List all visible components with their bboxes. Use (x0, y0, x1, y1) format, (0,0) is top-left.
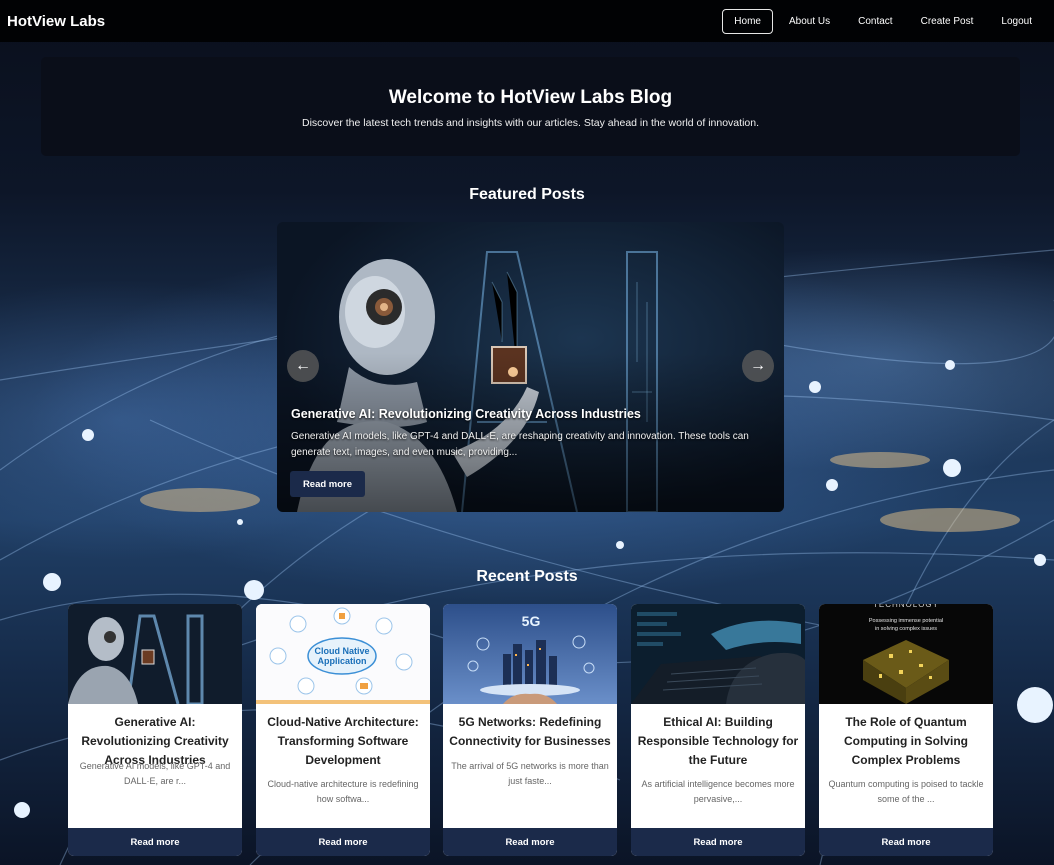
cloud-native-label-line1: Cloud Native (314, 646, 369, 656)
post-title[interactable]: The Role of Quantum Computing in Solving… (819, 713, 993, 770)
nav-logout[interactable]: Logout (989, 9, 1044, 34)
featured-carousel: ← → Generative AI: Revolutionizing Creat… (277, 222, 784, 512)
featured-read-more-button[interactable]: Read more (290, 471, 365, 497)
post-excerpt: Generative AI models, like GPT-4 and DAL… (79, 761, 231, 786)
top-navbar: HotView Labs Home About Us Contact Creat… (0, 0, 1054, 42)
post-title[interactable]: Ethical AI: Building Responsible Technol… (631, 713, 805, 770)
post-thumbnail-ai (68, 604, 242, 704)
nav-home[interactable]: Home (722, 8, 773, 34)
recent-posts-heading: Recent Posts (476, 568, 578, 585)
5g-label: 5G (522, 613, 541, 629)
quantum-image-caption-heading: TECHNOLOGY (873, 604, 939, 609)
read-more-button[interactable]: Read more (68, 828, 242, 856)
nav-links: Home About Us Contact Create Post Logout (718, 8, 1044, 34)
post-excerpt: As artificial intelligence becomes more … (641, 779, 795, 804)
post-thumbnail-quantum: TECHNOLOGY Possessing immense potential … (819, 604, 993, 704)
read-more-button[interactable]: Read more (819, 828, 993, 856)
post-thumbnail-5g: 5G (443, 604, 617, 704)
post-card[interactable]: Generative AI: Revolutionizing Creativit… (68, 604, 242, 856)
hero-banner: Welcome to HotView Labs Blog Discover th… (41, 57, 1020, 156)
post-card[interactable]: 5G 5G Networks: Redefining Connectivity … (443, 604, 617, 856)
post-card[interactable]: Cloud Native Application Cloud-Native Ar… (256, 604, 430, 856)
post-title[interactable]: Cloud-Native Architecture: Transforming … (256, 713, 430, 770)
brand-logo[interactable]: HotView Labs (7, 13, 105, 30)
nav-about-us[interactable]: About Us (777, 9, 842, 34)
featured-post-excerpt: Generative AI models, like GPT-4 and DAL… (291, 431, 749, 458)
carousel-prev-button[interactable]: ← (287, 350, 319, 382)
quantum-image-caption-line1: Possessing immense potential (869, 618, 943, 624)
carousel-overlay (277, 222, 784, 512)
post-excerpt: Cloud-native architecture is redefining … (267, 779, 419, 804)
cloud-native-label-line2: Application (318, 656, 367, 666)
post-card[interactable]: TECHNOLOGY Possessing immense potential … (819, 604, 993, 856)
arrow-right-icon: → (750, 357, 766, 374)
post-card[interactable]: Ethical AI: Building Responsible Technol… (631, 604, 805, 856)
post-thumbnail-cloud: Cloud Native Application (256, 604, 430, 704)
read-more-button[interactable]: Read more (631, 828, 805, 856)
post-title[interactable]: 5G Networks: Redefining Connectivity for… (443, 713, 617, 751)
arrow-left-icon: ← (295, 357, 311, 374)
featured-post-title[interactable]: Generative AI: Revolutionizing Creativit… (291, 407, 771, 421)
quantum-image-caption-line2: in solving complex issues (875, 626, 937, 632)
nav-create-post[interactable]: Create Post (909, 9, 986, 34)
nav-contact[interactable]: Contact (846, 9, 904, 34)
hero-title: Welcome to HotView Labs Blog (388, 87, 673, 108)
post-excerpt: The arrival of 5G networks is more than … (451, 761, 609, 786)
carousel-caption: Generative AI: Revolutionizing Creativit… (291, 407, 771, 461)
featured-heading: Featured Posts (469, 186, 585, 203)
post-thumbnail-ethical-ai (631, 604, 805, 704)
read-more-button[interactable]: Read more (443, 828, 617, 856)
hero-subtitle: Discover the latest tech trends and insi… (302, 117, 759, 129)
carousel-next-button[interactable]: → (742, 350, 774, 382)
read-more-button[interactable]: Read more (256, 828, 430, 856)
post-excerpt: Quantum computing is poised to tackle so… (828, 779, 984, 804)
